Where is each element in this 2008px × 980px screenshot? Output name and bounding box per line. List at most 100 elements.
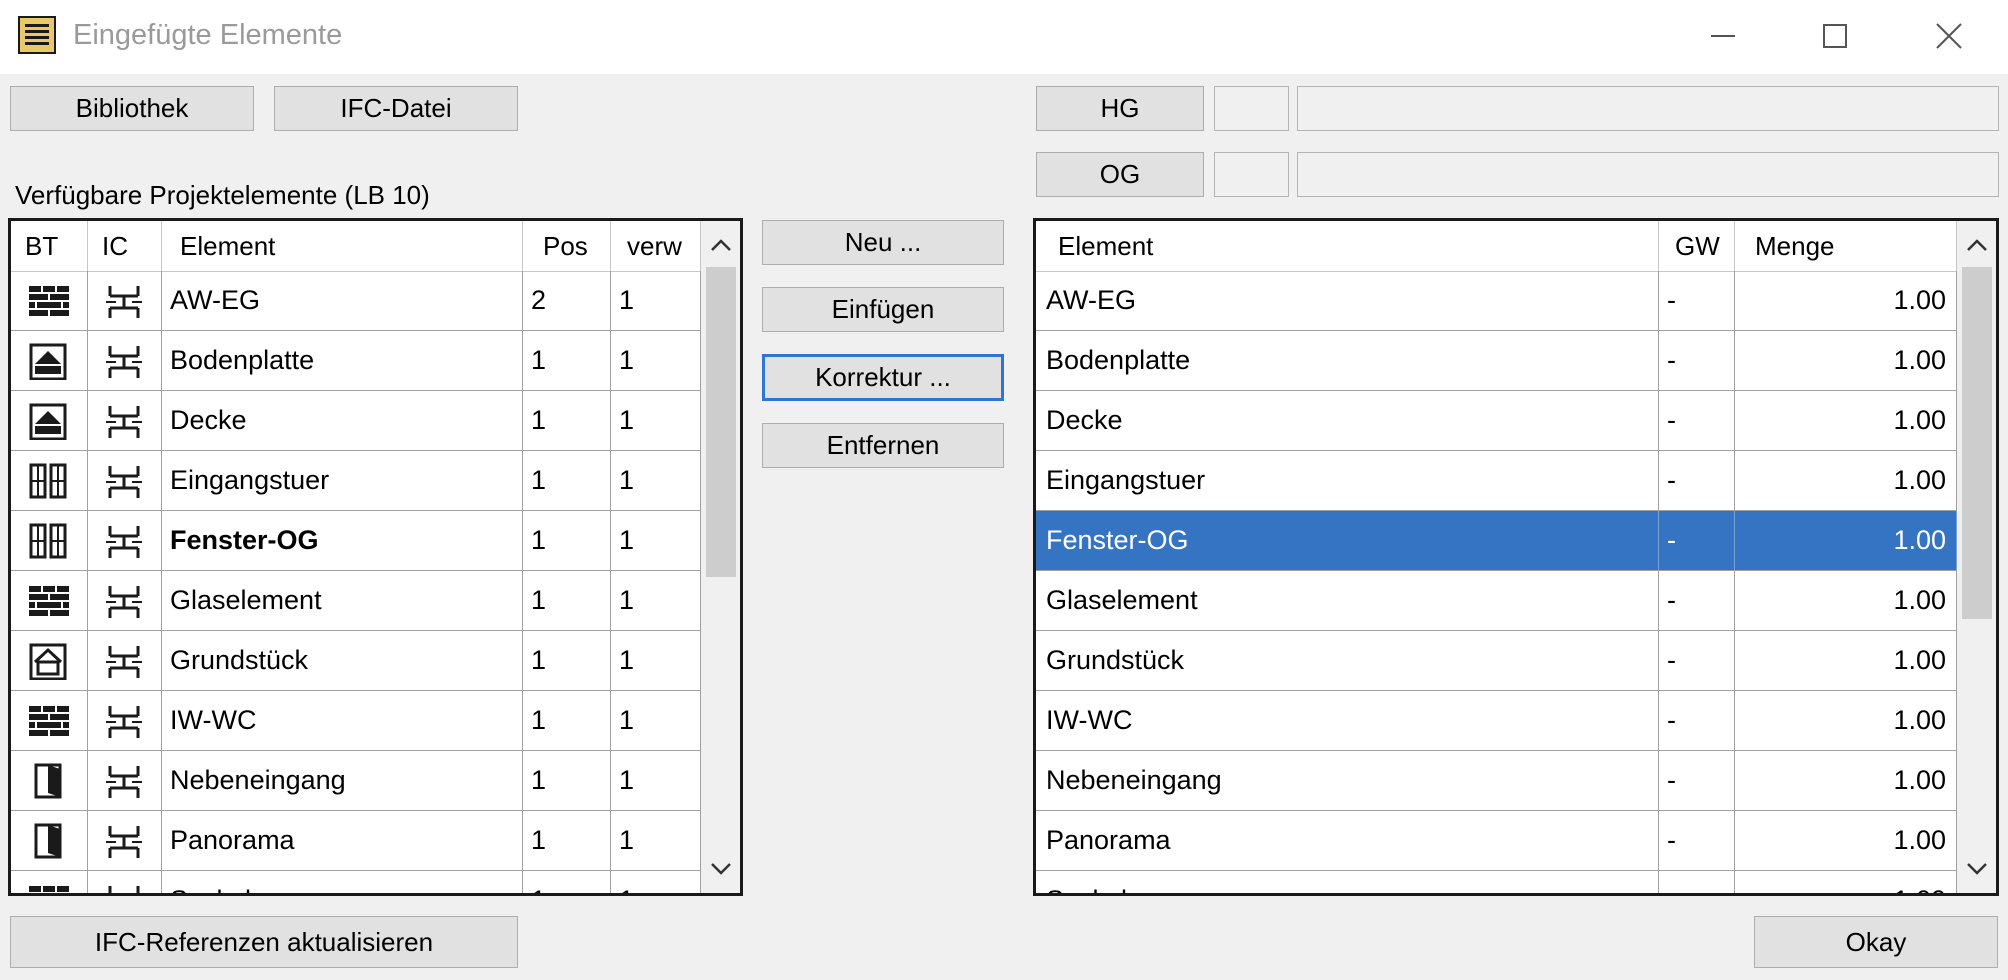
- verw-cell: 1: [611, 691, 701, 750]
- scroll-down-button[interactable]: [1957, 849, 1996, 889]
- scroll-down-button[interactable]: [701, 849, 740, 889]
- maximize-button[interactable]: [1780, 10, 1890, 62]
- ifc-element-icon: [105, 465, 142, 498]
- table-row[interactable]: Grundstück -1.00: [1036, 631, 1957, 691]
- table-row[interactable]: Bodenplatte -1.00: [1036, 331, 1957, 391]
- menge-cell: 1.00: [1735, 511, 1957, 570]
- table-row[interactable]: Sockel-1.00: [1036, 871, 1957, 893]
- minimize-button[interactable]: [1668, 10, 1778, 62]
- scroll-up-button[interactable]: [1957, 225, 1996, 265]
- available-elements-grid[interactable]: BT IC Element Pos verw AW-EG 2 1 Bodenplatt…: [8, 218, 743, 896]
- table-row[interactable]: Decke -1.00: [1036, 391, 1957, 451]
- window-title: Eingefügte Elemente: [73, 19, 343, 51]
- verw-cell: 1: [611, 331, 701, 390]
- table-row[interactable]: Fenster-OG 1 1: [11, 511, 701, 571]
- pos-cell: 1: [523, 871, 611, 893]
- column-header-pos[interactable]: Pos: [523, 221, 611, 271]
- table-row-selected[interactable]: Fenster-OG -1.00: [1036, 511, 1957, 571]
- close-button[interactable]: [1894, 10, 2004, 62]
- left-grid-scrollbar[interactable]: [701, 221, 740, 893]
- door-icon: [34, 763, 62, 798]
- pos-cell: 1: [523, 631, 611, 690]
- bt-cell: [11, 571, 88, 630]
- ifc-refresh-button[interactable]: IFC-Referenzen aktualisieren: [10, 916, 518, 968]
- menge-cell: 1.00: [1735, 811, 1957, 870]
- table-row[interactable]: Nebeneingang -1.00: [1036, 751, 1957, 811]
- table-row[interactable]: Panorama 1 1: [11, 811, 701, 871]
- table-row[interactable]: AW-EG -1.00: [1036, 271, 1957, 331]
- column-header-ic[interactable]: IC: [88, 221, 162, 271]
- gw-cell: -: [1659, 811, 1735, 870]
- hg-name-field[interactable]: [1297, 86, 1999, 131]
- neu-button[interactable]: Neu ...: [762, 220, 1004, 265]
- table-row[interactable]: Panorama -1.00: [1036, 811, 1957, 871]
- ic-cell: [88, 811, 162, 870]
- ic-cell: [88, 511, 162, 570]
- korrektur-button[interactable]: Korrektur ...: [762, 354, 1004, 401]
- menge-cell: 1.00: [1735, 391, 1957, 450]
- element-cell: Bodenplatte: [1036, 331, 1659, 390]
- table-row[interactable]: AW-EG 2 1: [11, 271, 701, 331]
- grid-header: Element GW Menge: [1036, 221, 1957, 272]
- element-cell: Eingangstuer: [162, 451, 523, 510]
- scroll-up-button[interactable]: [701, 225, 740, 265]
- table-row[interactable]: Glaselement 1 1: [11, 571, 701, 631]
- okay-button[interactable]: Okay: [1754, 916, 1998, 968]
- pos-cell: 1: [523, 511, 611, 570]
- menge-cell: 1.00: [1735, 871, 1957, 893]
- entfernen-button[interactable]: Entfernen: [762, 423, 1004, 468]
- ifc-element-icon: [105, 705, 142, 738]
- column-header-verw[interactable]: verw: [611, 221, 701, 271]
- table-row[interactable]: Sockel11: [11, 871, 701, 893]
- chevron-down-icon: [1967, 863, 1987, 875]
- og-code-field[interactable]: [1214, 152, 1289, 197]
- bt-cell: [11, 451, 88, 510]
- og-button[interactable]: OG: [1036, 152, 1204, 197]
- einfuegen-button[interactable]: Einfügen: [762, 287, 1004, 332]
- scrollbar-thumb[interactable]: [1962, 267, 1992, 619]
- hg-button[interactable]: HG: [1036, 86, 1204, 131]
- table-row[interactable]: Glaselement -1.00: [1036, 571, 1957, 631]
- menge-cell: 1.00: [1735, 271, 1957, 330]
- bt-cell: [11, 331, 88, 390]
- element-cell: IW-WC: [1036, 691, 1659, 750]
- table-row[interactable]: IW-WC 1 1: [11, 691, 701, 751]
- scrollbar-thumb[interactable]: [706, 267, 736, 577]
- table-row[interactable]: Nebeneingang 1 1: [11, 751, 701, 811]
- pos-cell: 1: [523, 451, 611, 510]
- element-cell: Fenster-OG: [1036, 511, 1659, 570]
- ifc-element-icon: [105, 285, 142, 318]
- og-name-field[interactable]: [1297, 152, 1999, 197]
- element-cell: Grundstück: [162, 631, 523, 690]
- menge-cell: 1.00: [1735, 331, 1957, 390]
- column-header-bt[interactable]: BT: [11, 221, 88, 271]
- element-cell: Eingangstuer: [1036, 451, 1659, 510]
- gw-cell: -: [1659, 331, 1735, 390]
- ifc-datei-button[interactable]: IFC-Datei: [274, 86, 518, 131]
- available-elements-caption: Verfügbare Projektelemente (LB 10): [15, 180, 430, 210]
- column-header-element[interactable]: Element: [1036, 221, 1659, 271]
- bibliothek-button[interactable]: Bibliothek: [10, 86, 254, 131]
- right-grid-scrollbar[interactable]: [1957, 221, 1996, 893]
- chevron-up-icon: [711, 239, 731, 251]
- ic-cell: [88, 871, 162, 893]
- ic-cell: [88, 391, 162, 450]
- table-row[interactable]: Eingangstuer 1 1: [11, 451, 701, 511]
- inserted-elements-grid[interactable]: Element GW Menge AW-EG -1.00 Bodenplatte -1…: [1033, 218, 1999, 896]
- verw-cell: 1: [611, 451, 701, 510]
- brick-wall-icon: [29, 585, 69, 616]
- table-row[interactable]: IW-WC -1.00: [1036, 691, 1957, 751]
- hg-code-field[interactable]: [1214, 86, 1289, 131]
- table-row[interactable]: Eingangstuer -1.00: [1036, 451, 1957, 511]
- table-row[interactable]: Bodenplatte 1 1: [11, 331, 701, 391]
- column-header-menge[interactable]: Menge: [1735, 221, 1957, 271]
- ifc-element-icon: [105, 525, 142, 558]
- table-row[interactable]: Grundstück 1 1: [11, 631, 701, 691]
- verw-cell: 1: [611, 751, 701, 810]
- column-header-gw[interactable]: GW: [1659, 221, 1735, 271]
- pos-cell: 1: [523, 811, 611, 870]
- column-header-element[interactable]: Element: [162, 221, 523, 271]
- element-cell: AW-EG: [162, 271, 523, 330]
- table-row[interactable]: Decke 1 1: [11, 391, 701, 451]
- pos-cell: 2: [523, 271, 611, 330]
